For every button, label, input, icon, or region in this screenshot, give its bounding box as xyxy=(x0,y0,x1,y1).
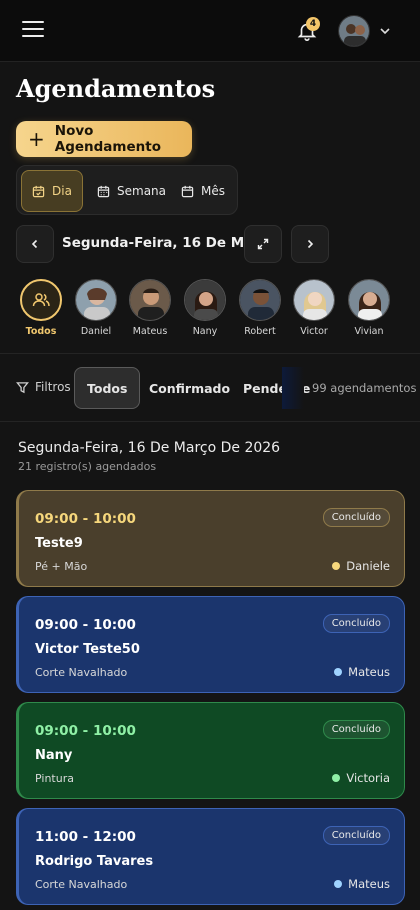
tab-week[interactable]: Semana xyxy=(87,170,176,212)
expand-icon xyxy=(257,238,269,250)
professional-name: Nany xyxy=(192,326,218,337)
professional-filter-all[interactable]: Todos xyxy=(19,279,63,337)
professional-name: Todos xyxy=(25,326,57,337)
status-dot xyxy=(332,562,341,570)
avatar xyxy=(293,279,335,321)
new-appointment-button[interactable]: + Novo Agendamento xyxy=(16,121,192,157)
appointment-service: Corte Navalhado xyxy=(35,878,128,891)
professional-name: Daniel xyxy=(80,326,112,337)
chevron-left-icon xyxy=(31,239,38,249)
professional-filter-daniel[interactable]: Daniel xyxy=(74,279,118,337)
appointment-card[interactable]: 09:00 - 10:00 Victor Teste50 Corte Naval… xyxy=(16,596,405,693)
professional-filter-robert[interactable]: Robert xyxy=(238,279,282,337)
appointment-professional: Mateus xyxy=(334,665,390,679)
status-badge: Concluído xyxy=(322,826,390,845)
status-badge: Concluído xyxy=(322,720,390,739)
filters-toggle[interactable]: Filtros xyxy=(16,380,71,394)
day-subheading: 21 registro(s) agendados xyxy=(18,460,157,473)
filter-chip-label: Todos xyxy=(87,380,128,396)
professional-name: Mateus xyxy=(132,326,168,337)
appointment-service: Pintura xyxy=(35,772,74,785)
professional-name: Mateus xyxy=(348,877,390,891)
notification-badge: 4 xyxy=(306,17,320,31)
professional-name: Daniele xyxy=(346,559,390,573)
filter-chip-confirmed[interactable]: Confirmado xyxy=(149,367,230,409)
calendar-check-icon xyxy=(32,185,45,197)
chevron-right-icon xyxy=(307,239,314,249)
next-day-button[interactable] xyxy=(291,225,329,263)
divider xyxy=(0,421,420,422)
filter-icon xyxy=(16,381,29,393)
appointment-time: 09:00 - 10:00 xyxy=(35,723,136,739)
appointment-time: 11:00 - 12:00 xyxy=(35,829,136,845)
group-icon xyxy=(20,279,62,321)
status-dot xyxy=(332,774,341,782)
professional-filter-nany[interactable]: Nany xyxy=(183,279,227,337)
professional-name: Victor xyxy=(300,326,328,337)
appointment-client: Rodrigo Tavares xyxy=(35,854,154,869)
filters-label: Filtros xyxy=(35,380,71,394)
appointment-card[interactable]: 09:00 - 10:00 Teste9 Pé + Mão Concluído … xyxy=(16,490,405,587)
appointment-card[interactable]: 09:00 - 10:00 Nany Pintura Concluído Vic… xyxy=(16,702,405,799)
calendar-icon xyxy=(181,185,194,197)
status-dot xyxy=(334,880,343,888)
prev-day-button[interactable] xyxy=(16,225,54,263)
divider xyxy=(0,353,420,354)
tab-week-label: Semana xyxy=(117,184,167,198)
filter-chip-label: Confirmado xyxy=(149,380,231,396)
calendar-grid-icon xyxy=(97,185,110,197)
top-bar: 4 xyxy=(0,0,420,62)
appointment-professional: Victoria xyxy=(332,771,390,785)
appointment-count: 99 agendamentos xyxy=(312,381,417,395)
view-switcher: Dia Semana Mês xyxy=(16,165,238,215)
professional-name: Robert xyxy=(244,326,276,337)
professional-filter-victor[interactable]: Victor xyxy=(292,279,336,337)
professional-name: Victoria xyxy=(346,771,390,785)
professional-name: Vivian xyxy=(354,326,384,337)
expand-button[interactable] xyxy=(244,225,282,263)
tab-day[interactable]: Dia xyxy=(21,170,83,212)
chevron-down-icon[interactable] xyxy=(379,26,391,36)
avatar xyxy=(129,279,171,321)
new-appointment-label: Novo Agendamento xyxy=(54,123,161,155)
appointment-time: 09:00 - 10:00 xyxy=(35,617,136,633)
appointment-client: Teste9 xyxy=(35,536,83,551)
avatar xyxy=(239,279,281,321)
appointment-time: 09:00 - 10:00 xyxy=(35,511,136,527)
status-dot xyxy=(334,668,343,676)
appointment-client: Nany xyxy=(35,748,73,763)
status-badge: Concluído xyxy=(322,614,390,633)
filter-chip-all[interactable]: Todos xyxy=(74,367,141,409)
tab-month-label: Mês xyxy=(201,184,225,198)
tab-month[interactable]: Mês xyxy=(171,170,235,212)
plus-icon: + xyxy=(28,127,45,151)
user-avatar[interactable] xyxy=(338,15,370,47)
page-title: Agendamentos xyxy=(16,74,216,103)
appointment-card[interactable]: 11:00 - 12:00 Rodrigo Tavares Corte Nava… xyxy=(16,808,405,905)
professional-name: Mateus xyxy=(348,665,390,679)
appointment-client: Victor Teste50 xyxy=(35,642,140,657)
status-badge: Concluído xyxy=(322,508,390,527)
avatar xyxy=(348,279,390,321)
menu-icon[interactable] xyxy=(22,21,44,41)
professional-filter-vivian[interactable]: Vivian xyxy=(347,279,391,337)
avatar xyxy=(75,279,117,321)
avatar xyxy=(184,279,226,321)
scroll-fade xyxy=(282,367,304,409)
appointment-professional: Mateus xyxy=(334,877,390,891)
appointment-service: Pé + Mão xyxy=(35,560,88,573)
professional-filter-mateus[interactable]: Mateus xyxy=(128,279,172,337)
tab-day-label: Dia xyxy=(52,184,72,198)
appointment-professional: Daniele xyxy=(332,559,390,573)
day-heading: Segunda-Feira, 16 De Março De 2026 xyxy=(18,440,281,456)
appointment-service: Corte Navalhado xyxy=(35,666,128,679)
